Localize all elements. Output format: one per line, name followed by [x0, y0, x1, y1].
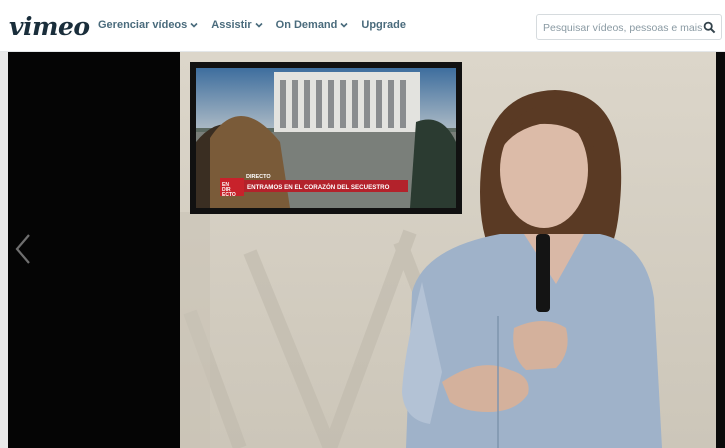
next-thumbnail-edge [716, 52, 725, 448]
nav-assistir[interactable]: Assistir [211, 19, 263, 31]
video-frame: EN DIR ECTO DIRECTO ENTRAMOS EN EL CORAZÓN D… [180, 52, 716, 448]
search-icon[interactable] [703, 21, 716, 34]
video-still: ENDIRECTODIRECTOENTRAMOS EN EL CORAZÓN D… [180, 52, 716, 448]
nav-on-demand[interactable]: On Demand [276, 19, 349, 31]
inset-headline: ENTRAMOS EN EL CORAZÓN DEL SECUESTRO [247, 183, 390, 191]
nav-label: Gerenciar vídeos [98, 19, 188, 31]
vimeo-logo[interactable]: vimeo [9, 12, 90, 41]
nav-gerenciar-videos[interactable]: Gerenciar vídeos [98, 19, 198, 31]
chevron-down-icon [190, 22, 198, 28]
nav-label: Upgrade [361, 19, 406, 31]
chevron-left-icon[interactable] [12, 232, 34, 266]
nav-label: Assistir [211, 19, 252, 31]
inset-live-tag: DIRECTO [246, 174, 271, 180]
main-nav: Gerenciar vídeos Assistir On Demand Upgr… [98, 19, 406, 31]
top-navigation-bar: vimeo Gerenciar vídeos Assistir On Deman… [0, 0, 725, 52]
previous-thumbnail-edge [0, 52, 8, 448]
nav-label: On Demand [275, 19, 338, 31]
search-box [536, 14, 722, 40]
chevron-down-icon [255, 22, 263, 28]
search-input[interactable] [543, 19, 703, 37]
inset-badge-text: ECTO [222, 192, 236, 198]
nav-upgrade[interactable]: Upgrade [361, 19, 406, 31]
chevron-down-icon [340, 22, 348, 28]
wall-shadow [180, 212, 210, 448]
video-player[interactable]: EN DIR ECTO DIRECTO ENTRAMOS EN EL CORAZÓN D… [0, 52, 725, 448]
